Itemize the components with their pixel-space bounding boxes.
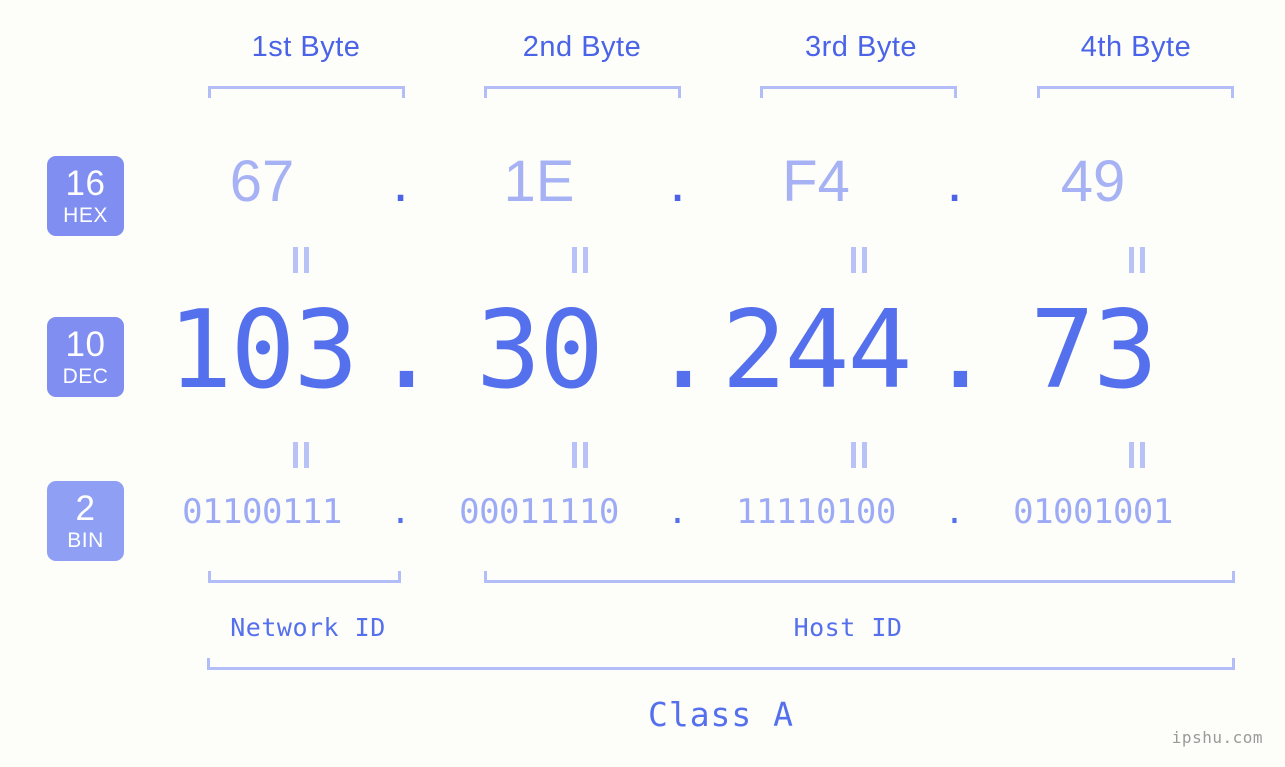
byte-bracket-3 (760, 86, 957, 98)
bin-separator-1: . (390, 492, 411, 532)
equals-connector-hex-dec-4 (1126, 247, 1148, 273)
equals-connector-dec-bin-1 (290, 442, 312, 468)
hex-byte-1: 67 (229, 149, 295, 214)
equals-connector-hex-dec-1 (290, 247, 312, 273)
base-badge-hex-label: HEX (63, 204, 108, 227)
network-id-label: Network ID (230, 613, 386, 642)
dec-separator-2: . (651, 288, 717, 413)
base-badge-bin-label: BIN (67, 529, 104, 552)
host-id-label: Host ID (793, 613, 903, 642)
byte-header-4: 4th Byte (1080, 31, 1192, 63)
dec-value-row: 103 . 30 . 244 . 73 (150, 288, 1260, 413)
base-badge-hex-number: 16 (65, 164, 106, 203)
dec-byte-3: 244 (721, 288, 912, 413)
hex-separator-1: . (392, 149, 409, 214)
byte-header-1: 1st Byte (251, 31, 361, 63)
byte-header-3: 3rd Byte (805, 31, 917, 63)
site-watermark: ipshu.com (1171, 728, 1263, 747)
dec-byte-4: 73 (1029, 288, 1158, 413)
bin-byte-3: 11110100 (736, 492, 896, 532)
byte-header-2: 2nd Byte (522, 31, 642, 63)
equals-connector-dec-bin-4 (1126, 442, 1148, 468)
bin-separator-3: . (944, 492, 965, 532)
base-badge-bin: 2 BIN (47, 481, 124, 561)
hex-byte-4: 49 (1060, 149, 1126, 214)
bin-byte-2: 00011110 (459, 492, 619, 532)
hex-byte-2: 1E (503, 149, 575, 214)
host-id-bracket (484, 571, 1235, 583)
dec-separator-3: . (928, 288, 994, 413)
class-bracket (207, 658, 1235, 670)
hex-separator-3: . (946, 149, 963, 214)
bin-value-row: 01100111 . 00011110 . 11110100 . 0100100… (150, 492, 1260, 532)
equals-connector-dec-bin-2 (569, 442, 591, 468)
bin-byte-4: 01001001 (1013, 492, 1173, 532)
hex-value-row: 67 . 1E . F4 . 49 (150, 148, 1260, 215)
base-badge-dec: 10 DEC (47, 317, 124, 397)
base-badge-dec-number: 10 (65, 325, 106, 364)
base-badge-dec-label: DEC (62, 365, 109, 388)
bin-byte-1: 01100111 (182, 492, 342, 532)
equals-connector-hex-dec-2 (569, 247, 591, 273)
class-label: Class A (647, 695, 795, 734)
network-id-bracket (208, 571, 401, 583)
dec-byte-2: 30 (475, 288, 604, 413)
equals-connector-dec-bin-3 (848, 442, 870, 468)
base-badge-bin-number: 2 (75, 489, 96, 528)
equals-connector-hex-dec-3 (848, 247, 870, 273)
ip-address-breakdown-figure: 1st Byte 2nd Byte 3rd Byte 4th Byte 16 H… (0, 0, 1285, 767)
byte-bracket-2 (484, 86, 681, 98)
dec-byte-1: 103 (167, 288, 358, 413)
byte-bracket-4 (1037, 86, 1234, 98)
base-badge-hex: 16 HEX (47, 156, 124, 236)
dec-separator-1: . (374, 288, 440, 413)
hex-separator-2: . (669, 149, 686, 214)
byte-bracket-1 (208, 86, 405, 98)
hex-byte-3: F4 (782, 149, 850, 214)
bin-separator-2: . (667, 492, 688, 532)
